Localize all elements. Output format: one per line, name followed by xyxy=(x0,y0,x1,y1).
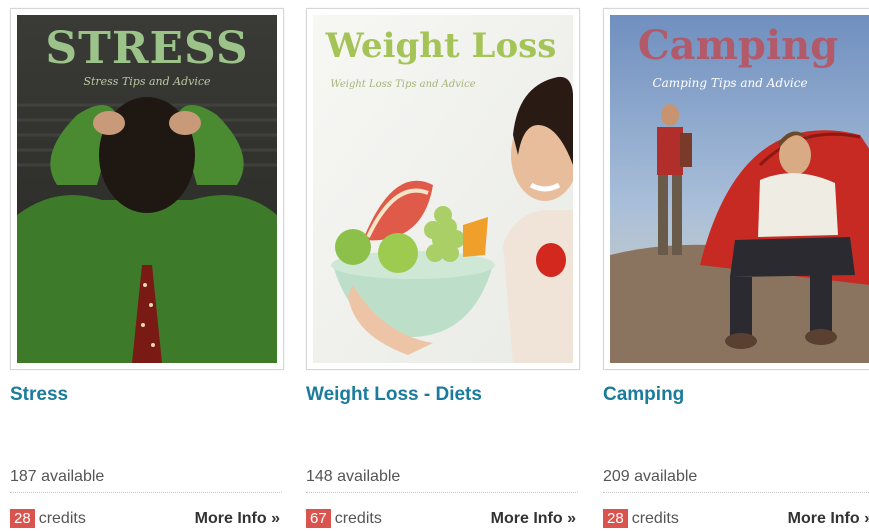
credits-badge: 28 xyxy=(10,509,35,528)
more-info-link[interactable]: More Info » xyxy=(491,509,576,528)
product-thumbnail[interactable]: STRESS Stress Tips and Advice xyxy=(10,8,284,370)
availability-text: 148 available xyxy=(306,468,578,493)
weight-loss-cover-image: Weight Loss Weight Loss Tips and Advice xyxy=(313,15,573,363)
credits-row: 28 credits More Info » xyxy=(603,509,869,531)
product-title-link[interactable]: Stress xyxy=(10,384,68,406)
more-info-link[interactable]: More Info » xyxy=(788,509,869,528)
credits-badge: 28 xyxy=(603,509,628,528)
credits-row: 28 credits More Info » xyxy=(10,509,282,531)
cover-subtitle: Stress Tips and Advice xyxy=(83,75,211,88)
stress-cover-image: STRESS Stress Tips and Advice xyxy=(17,15,277,363)
availability-text: 187 available xyxy=(10,468,282,493)
cover-title: Camping xyxy=(638,22,838,69)
credits-row: 67 credits More Info » xyxy=(306,509,578,531)
credits-label: credits xyxy=(631,510,679,527)
product-thumbnail[interactable]: Camping Camping Tips and Advice xyxy=(603,8,869,370)
cover-subtitle: Weight Loss Tips and Advice xyxy=(330,79,475,90)
cover-subtitle: Camping Tips and Advice xyxy=(652,76,807,90)
cover-title: Weight Loss xyxy=(325,26,557,66)
product-card-stress: STRESS Stress Tips and Advice Stress 187… xyxy=(10,0,292,529)
camping-cover-image: Camping Camping Tips and Advice xyxy=(610,15,869,363)
cover-title: STRESS xyxy=(45,23,248,74)
credits-badge: 67 xyxy=(306,509,331,528)
product-thumbnail[interactable]: Weight Loss Weight Loss Tips and Advice xyxy=(306,8,580,370)
product-title-link[interactable]: Camping xyxy=(603,384,684,406)
credits-label: credits xyxy=(38,510,86,527)
product-card-weight-loss: Weight Loss Weight Loss Tips and Advice … xyxy=(306,0,588,529)
product-title-link[interactable]: Weight Loss - Diets xyxy=(306,384,482,406)
availability-text: 209 available xyxy=(603,468,869,493)
product-card-camping: Camping Camping Tips and Advice Camping … xyxy=(603,0,869,529)
credits-label: credits xyxy=(334,510,382,527)
more-info-link[interactable]: More Info » xyxy=(195,509,280,528)
